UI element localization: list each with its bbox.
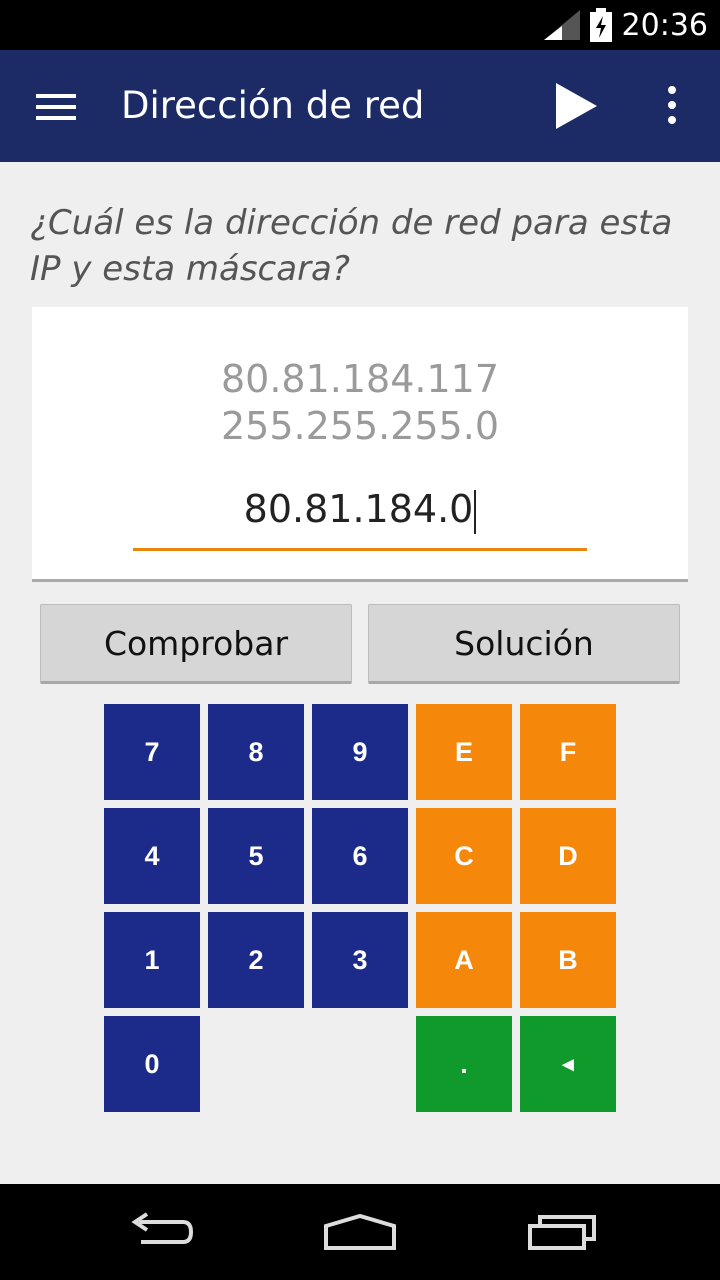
status-time: 20:36: [621, 7, 708, 43]
ip-address: 80.81.184.117: [220, 357, 499, 401]
solution-button[interactable]: Solución: [368, 604, 680, 684]
key-5[interactable]: 5: [208, 808, 304, 904]
battery-charging-icon: [589, 8, 612, 42]
subnet-mask: 255.255.255.0: [220, 404, 499, 448]
check-button[interactable]: Comprobar: [40, 604, 352, 684]
answer-input[interactable]: 80.81.184.0: [133, 479, 587, 551]
key-a[interactable]: A: [416, 912, 512, 1008]
overflow-menu-icon[interactable]: [662, 86, 682, 126]
back-icon: [131, 1212, 194, 1244]
status-bar: 20:36: [0, 0, 720, 50]
key-3[interactable]: 3: [312, 912, 408, 1008]
key-6[interactable]: 6: [312, 808, 408, 904]
recents-button[interactable]: [512, 1198, 612, 1266]
key-8[interactable]: 8: [208, 704, 304, 800]
key-d[interactable]: D: [520, 808, 616, 904]
key-7[interactable]: 7: [104, 704, 200, 800]
key-1[interactable]: 1: [104, 912, 200, 1008]
card-divider: [32, 579, 688, 582]
answer-value: 80.81.184.0: [243, 487, 474, 531]
status-icons: 20:36: [543, 0, 708, 50]
answer-underline: [133, 548, 587, 551]
key-e[interactable]: E: [416, 704, 512, 800]
text-caret: [474, 489, 477, 534]
question-text: ¿Cuál es la dirección de red para esta I…: [30, 203, 673, 289]
app-bar: Dirección de red: [0, 50, 720, 162]
navigation-bar: [0, 1184, 720, 1280]
key-b[interactable]: B: [520, 912, 616, 1008]
back-button[interactable]: [110, 1198, 210, 1266]
key-c[interactable]: C: [416, 808, 512, 904]
key-dot[interactable]: .: [416, 1016, 512, 1112]
play-icon[interactable]: [553, 81, 599, 131]
home-button[interactable]: [310, 1198, 410, 1266]
menu-icon[interactable]: [36, 94, 76, 120]
key-f[interactable]: F: [520, 704, 616, 800]
question-card: 80.81.184.117 255.255.255.0 80.81.184.0: [32, 307, 688, 579]
key-0[interactable]: 0: [104, 1016, 200, 1112]
home-icon: [324, 1213, 396, 1250]
key-2[interactable]: 2: [208, 912, 304, 1008]
page-title: Dirección de red: [121, 84, 425, 127]
key-9[interactable]: 9: [312, 704, 408, 800]
signal-icon: [543, 10, 580, 40]
key-backspace[interactable]: ◂: [520, 1016, 616, 1112]
key-4[interactable]: 4: [104, 808, 200, 904]
recents-icon: [528, 1215, 596, 1250]
